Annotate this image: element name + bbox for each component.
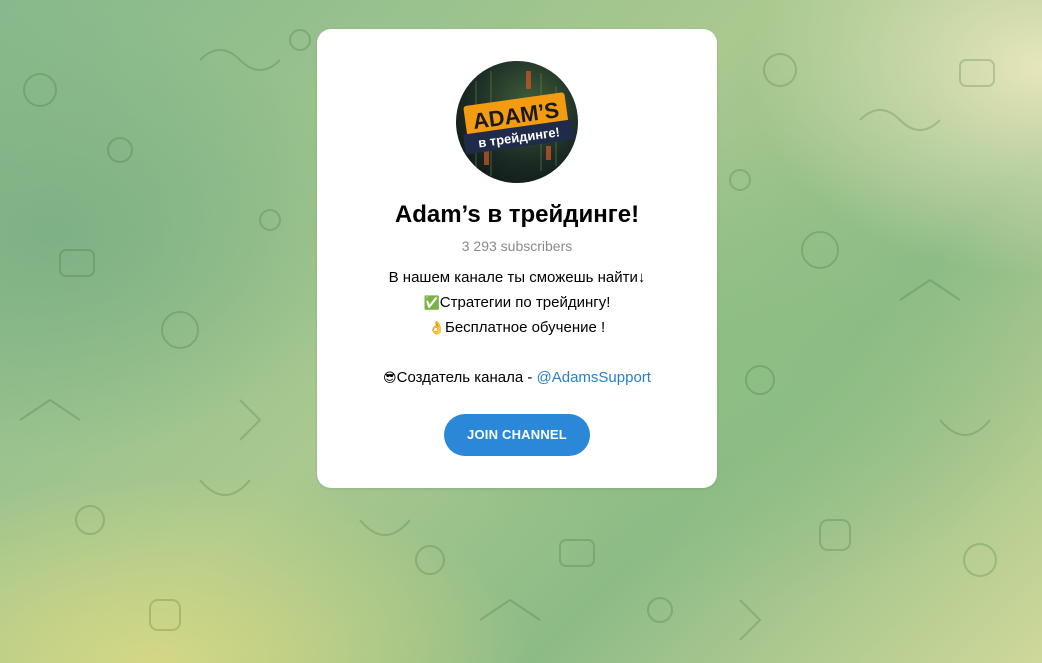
description-line-5: 😎Создатель канала - @AdamsSupport [383,369,651,386]
ok-hand-icon: 👌 [428,321,445,336]
channel-card: ADAM’S в трейдинге! Adam’s в трейдинге! … [317,29,717,488]
channel-description: В нашем канале ты сможешь найти↓ ✅Страте… [337,265,697,390]
join-channel-button[interactable]: JOIN CHANNEL [444,414,590,456]
description-line-3: 👌Бесплатное обучение ! [428,319,606,336]
creator-link[interactable]: @AdamsSupport [537,369,651,386]
avatar-image: ADAM’S в трейдинге! [463,71,575,176]
description-line-1: В нашем канале ты сможешь найти↓ [388,269,646,286]
subscriber-count: 3 293 subscribers [461,238,573,254]
channel-avatar: ADAM’S в трейдинге! [456,61,578,183]
description-line-2: ✅Стратегии по трейдингу! [423,294,611,311]
check-mark-icon: ✅ [423,296,440,311]
sunglasses-face-icon: 😎 [383,371,397,386]
description-blank-line [337,340,697,365]
channel-title: Adam’s в трейдинге! [394,201,640,228]
